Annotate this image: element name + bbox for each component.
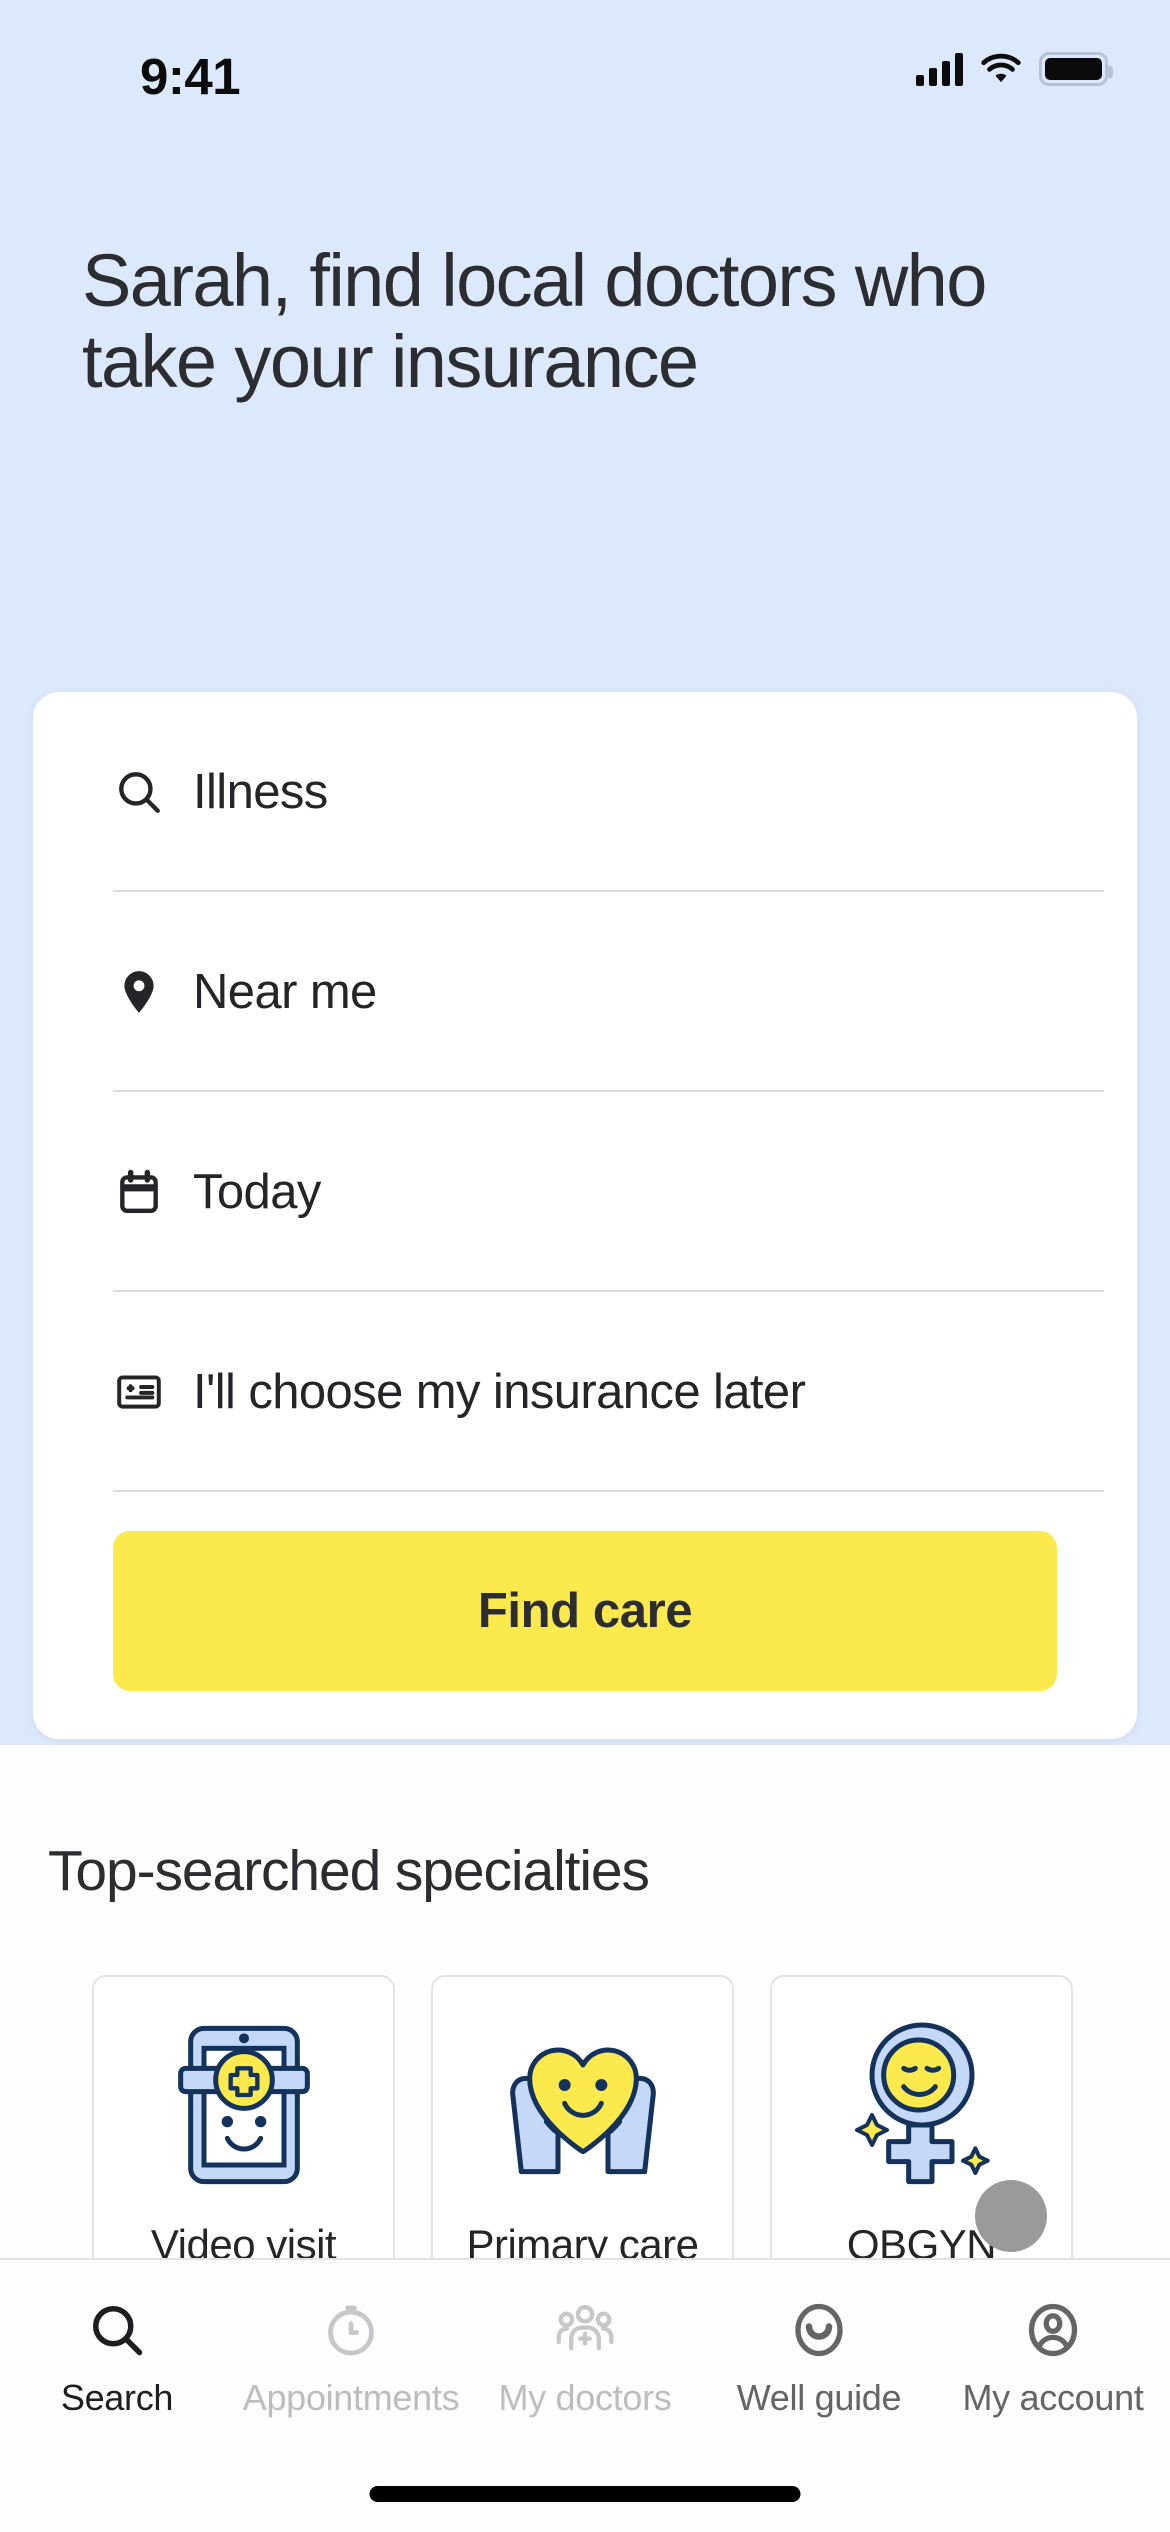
- nav-label: Well guide: [736, 2376, 902, 2418]
- venus-symbol-smiling-face-sparkles-illustration: [854, 2022, 990, 2185]
- insurance-card-icon: [113, 1366, 165, 1418]
- cellular-signal-icon: [916, 52, 963, 86]
- search-field-location[interactable]: Near me: [33, 892, 1137, 1092]
- nav-item-my-doctors[interactable]: My doctors: [468, 2297, 702, 2419]
- phone-screen: 9:41 Sarah, find local doctors who take …: [0, 0, 1170, 2532]
- specialty-card-video-visit[interactable]: Video visit: [92, 1975, 395, 2305]
- location-pin-icon: [113, 966, 165, 1018]
- status-bar-time: 9:41: [140, 48, 241, 105]
- bottom-navigation: Search Appointments My doctors Well guid…: [0, 2258, 1170, 2532]
- specialties-list: Video visit Primary care OBGYN: [92, 1975, 1073, 2305]
- battery-icon: [1039, 52, 1113, 86]
- nav-label: Appointments: [242, 2376, 460, 2418]
- nav-item-search[interactable]: Search: [0, 2297, 234, 2419]
- home-indicator: [369, 2486, 801, 2502]
- nav-item-well-guide[interactable]: Well guide: [702, 2297, 936, 2419]
- tablet-smiley-medical-cross-illustration: [177, 2025, 310, 2185]
- search-field-date[interactable]: Today: [33, 1092, 1137, 1292]
- search-card: Illness Near me Today I'll choose my ins…: [33, 692, 1137, 1739]
- search-field-illness-value: Illness: [193, 765, 328, 819]
- page-title: Sarah, find local doctors who take your …: [82, 239, 987, 404]
- find-care-button[interactable]: Find care: [113, 1531, 1057, 1691]
- search-field-location-value: Near me: [193, 965, 377, 1019]
- search-field-insurance-value: I'll choose my insurance later: [193, 1365, 806, 1419]
- hands-holding-smiling-heart-illustration: [509, 2047, 656, 2175]
- user-circle-icon: [1020, 2297, 1086, 2363]
- search-field-illness[interactable]: Illness: [33, 692, 1137, 892]
- status-bar: 9:41: [0, 0, 1170, 130]
- specialties-title: Top-searched specialties: [48, 1839, 650, 1903]
- nav-label: My account: [962, 2376, 1144, 2418]
- search-icon: [113, 766, 165, 818]
- mouse-cursor: [975, 2180, 1047, 2252]
- search-icon: [84, 2297, 150, 2363]
- nav-label: Search: [60, 2376, 174, 2418]
- wifi-icon: [981, 53, 1021, 83]
- calendar-icon: [113, 1166, 165, 1218]
- search-field-date-value: Today: [193, 1165, 321, 1219]
- nav-label: My doctors: [498, 2376, 672, 2418]
- smiley-oval-icon: [786, 2297, 852, 2363]
- nav-item-my-account[interactable]: My account: [936, 2297, 1170, 2419]
- specialty-card-obgyn[interactable]: OBGYN: [770, 1975, 1073, 2305]
- people-plus-icon: [552, 2297, 618, 2363]
- find-care-wrapper: Find care: [33, 1492, 1137, 1739]
- search-field-insurance[interactable]: I'll choose my insurance later: [33, 1292, 1137, 1492]
- nav-item-appointments[interactable]: Appointments: [234, 2297, 468, 2419]
- status-bar-indicators: [916, 52, 1113, 86]
- clock-icon: [318, 2297, 384, 2363]
- specialty-card-primary-care[interactable]: Primary care: [431, 1975, 734, 2305]
